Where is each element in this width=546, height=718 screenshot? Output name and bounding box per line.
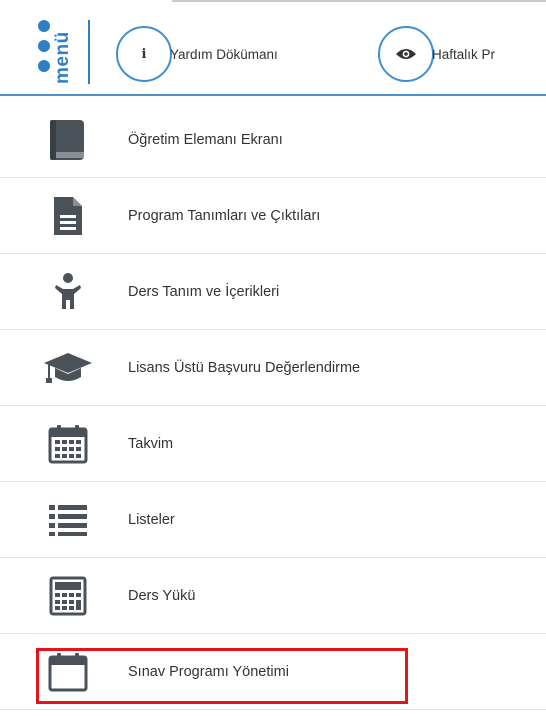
menu-toggle-logo[interactable]: menü [38,20,90,86]
menu-item-label: Program Tanımları ve Çıktıları [128,207,321,224]
menu-item-lists[interactable]: Listeler [0,482,546,558]
menu-item-label: Öğretim Elemanı Ekranı [128,131,283,148]
menu-item-calendar[interactable]: Takvim [0,406,546,482]
menu-item-course-load[interactable]: Ders Yükü [0,558,546,634]
logo-divider [88,20,90,84]
menu-item-program-definitions[interactable]: Program Tanımları ve Çıktıları [0,178,546,254]
logo-dot [38,20,50,32]
book-icon [40,112,96,168]
menu-item-graduate-application[interactable]: Lisans Üstü Başvuru Değerlendirme [0,330,546,406]
graduation-cap-icon [40,340,96,396]
help-document-button[interactable]: i Yardım Dökümanı [116,26,278,82]
calculator-icon [40,568,96,624]
document-icon [40,188,96,244]
header-bar: menü i Yardım Dökümanı Haftalık Pr [0,10,546,96]
highlight-box [36,648,408,704]
tab-edge [172,0,546,2]
weekly-program-label: Haftalık Pr [432,46,496,62]
menu-item-label: Ders Tanım ve İçerikleri [128,283,280,300]
list-icon [40,492,96,548]
menu-item-label: Takvim [128,435,174,452]
menu-item-label: Lisans Üstü Başvuru Değerlendirme [128,359,361,376]
calendar-icon [40,416,96,472]
menu-logo-text: menü [52,31,73,84]
logo-dot [38,60,50,72]
top-strip [0,0,546,10]
menu-item-instructor-screen[interactable]: Öğretim Elemanı Ekranı [0,102,546,178]
menu-item-label: Ders Yükü [128,587,196,604]
weekly-program-button[interactable]: Haftalık Pr [378,26,495,82]
child-icon [40,264,96,320]
help-document-label: Yardım Dökümanı [170,46,278,62]
logo-dot [38,40,50,52]
menu-item-course-definitions[interactable]: Ders Tanım ve İçerikleri [0,254,546,330]
info-icon: i [116,26,172,82]
eye-icon [378,26,434,82]
menu-item-label: Listeler [128,511,175,528]
